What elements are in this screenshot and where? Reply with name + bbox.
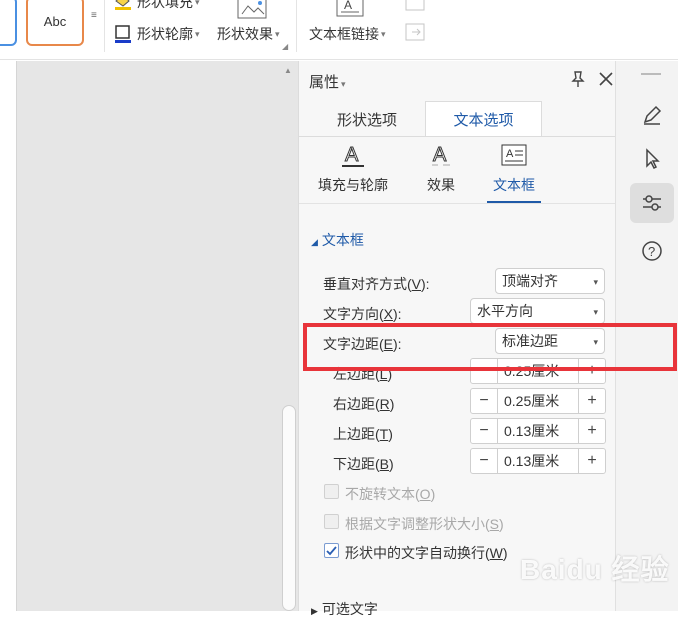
close-icon[interactable] (598, 71, 614, 87)
vertical-align-label: 垂直对齐方式(V): (323, 276, 430, 292)
shape-fill-icon (115, 0, 131, 10)
shape-effect-button[interactable]: 形状效果 ▾ (217, 24, 280, 44)
increase-button[interactable]: + (579, 389, 605, 413)
svg-text:A: A (506, 148, 514, 160)
document-page[interactable] (0, 61, 17, 611)
section-collapse-icon: ◢ (311, 237, 318, 247)
no-rotate-text-checkbox[interactable] (324, 484, 339, 499)
top-margin-label: 上边距(T) (333, 426, 393, 442)
document-canvas[interactable] (0, 61, 298, 611)
bottom-margin-value[interactable]: 0.13厘米 (497, 449, 579, 473)
textbox-link-label: 文本框链接 (309, 26, 379, 42)
chevron-down-icon: ▾ (593, 307, 598, 317)
dialog-launcher-icon[interactable]: ◢ (282, 42, 288, 51)
bottom-margin-stepper[interactable]: − 0.13厘米 + (470, 448, 606, 474)
shape-outline-button[interactable]: 形状轮廓 ▾ (113, 24, 200, 44)
subtab-effect[interactable]: A 效果 (419, 143, 463, 203)
shape-style-thumb-orange[interactable]: Abc (26, 0, 84, 46)
vertical-scrollbar[interactable] (282, 405, 296, 611)
break-link-icon[interactable] (404, 22, 426, 42)
rail-help-button[interactable]: ? (630, 231, 674, 271)
subtab-textbox[interactable]: A 文本框 (487, 143, 541, 203)
text-fill-outline-icon: A (342, 144, 364, 167)
text-direction-select[interactable]: 水平方向 ▾ (470, 298, 605, 324)
resize-shape-label: 根据文字调整形状大小(S) (345, 516, 504, 532)
section-alt-text-header[interactable]: ▶ 可选文字 (311, 599, 378, 619)
no-rotate-text-label: 不旋转文本(O) (345, 486, 436, 502)
style-thumb-text: Abc (43, 13, 67, 29)
textbox-icon: A (501, 144, 527, 166)
chevron-down-icon: ▾ (593, 277, 598, 287)
scroll-up-arrow-icon[interactable]: ▲ (284, 66, 292, 75)
create-link-icon[interactable] (404, 0, 426, 12)
svg-text:A: A (345, 144, 359, 166)
shape-fill-button[interactable]: 形状填充 ▾ (113, 0, 200, 12)
rail-select-button[interactable] (630, 139, 674, 179)
help-icon: ? (642, 241, 662, 261)
decrease-button[interactable]: − (471, 389, 497, 413)
top-margin-stepper[interactable]: − 0.13厘米 + (470, 418, 606, 444)
wrap-text-checkbox[interactable] (324, 543, 339, 558)
text-effect-icon: A (432, 144, 450, 167)
right-margin-label: 右边距(R) (333, 396, 395, 412)
resize-shape-checkbox[interactable] (324, 514, 339, 529)
tab-shape-options[interactable]: 形状选项 (307, 101, 427, 137)
svg-text:A: A (344, 0, 352, 12)
subtab-fill-outline[interactable]: A 填充与轮廓 (313, 143, 393, 203)
increase-button[interactable]: + (579, 449, 605, 473)
shape-outline-label: 形状轮廓 (137, 26, 193, 42)
annotation-highlight-box (303, 323, 677, 371)
increase-button[interactable]: + (579, 419, 605, 443)
shape-effect-label: 形状效果 (217, 26, 273, 42)
baidu-jingyan-watermark: Baidu 经验 (520, 554, 670, 585)
style-gallery-expand-icon[interactable]: ≡ (91, 10, 97, 21)
shape-effect-icon (237, 0, 267, 19)
top-margin-value[interactable]: 0.13厘米 (497, 419, 579, 443)
rail-pen-button[interactable] (630, 95, 674, 135)
wrap-text-label: 形状中的文字自动换行(W) (345, 545, 508, 561)
bottom-margin-label: 下边距(B) (333, 456, 394, 472)
decrease-button[interactable]: − (471, 449, 497, 473)
shape-fill-label: 形状填充 (137, 0, 193, 10)
svg-text:A: A (433, 144, 447, 166)
section-textbox-header[interactable]: ◢ 文本框 (311, 230, 364, 250)
right-margin-value[interactable]: 0.25厘米 (497, 389, 579, 413)
ribbon: Abc ≡ 形状填充 ▾ 形状轮廓 ▾ 形状效果 ▾ ◢ A 文本框链接 ▾ (0, 0, 678, 60)
vertical-align-select[interactable]: 顶端对齐 ▾ (495, 268, 605, 294)
textbox-link-icon: A (336, 0, 364, 17)
svg-text:?: ? (648, 244, 655, 259)
section-expand-icon: ▶ (311, 606, 318, 616)
decrease-button[interactable]: − (471, 419, 497, 443)
checkmark-icon (326, 546, 337, 556)
tab-text-options[interactable]: 文本选项 (425, 101, 542, 137)
shape-style-thumb-blue[interactable] (0, 0, 17, 46)
text-direction-label: 文字方向(X): (323, 306, 402, 322)
shape-outline-icon (115, 25, 131, 43)
settings-sliders-icon (643, 195, 661, 211)
right-margin-stepper[interactable]: − 0.25厘米 + (470, 388, 606, 414)
cursor-icon (646, 148, 660, 170)
rail-drag-handle[interactable] (641, 73, 661, 75)
pen-icon (643, 105, 662, 125)
pin-icon[interactable] (569, 70, 587, 88)
textbox-link-button[interactable]: 文本框链接 ▾ (309, 24, 386, 44)
panel-title[interactable]: 属性 ▾ (309, 71, 346, 92)
rail-properties-button[interactable] (630, 183, 674, 223)
